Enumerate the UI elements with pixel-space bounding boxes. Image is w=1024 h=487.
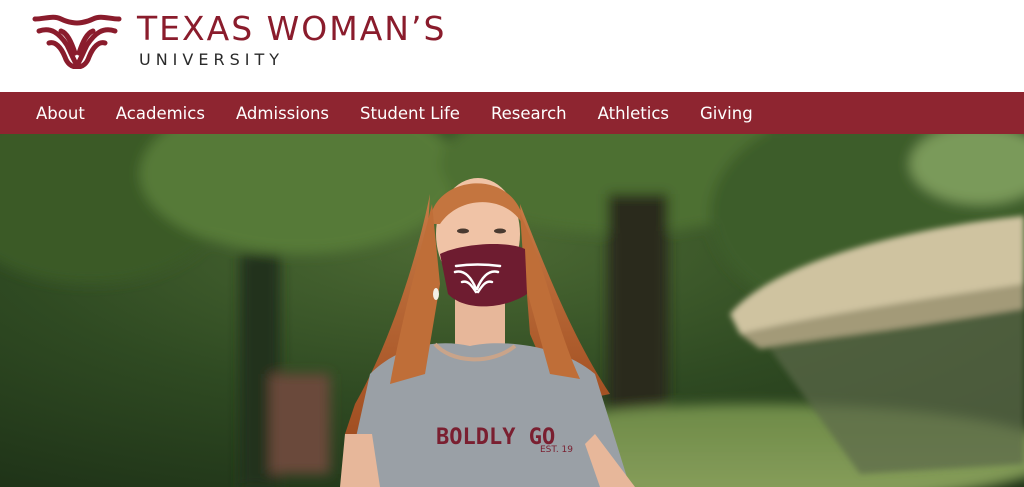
hero-image: BOLDLY GO EST. 19 xyxy=(0,134,1024,487)
nav-item-academics[interactable]: Academics xyxy=(116,104,205,123)
nav-item-student-life[interactable]: Student Life xyxy=(360,104,460,123)
nav-item-athletics[interactable]: Athletics xyxy=(598,104,669,123)
nav-item-research[interactable]: Research xyxy=(491,104,567,123)
hero-photo: BOLDLY GO EST. 19 xyxy=(0,134,1024,487)
nav-item-about[interactable]: About xyxy=(36,104,85,123)
brand-name: TEXAS WOMAN’S xyxy=(137,9,447,48)
nav-list: About Academics Admissions Student Life … xyxy=(0,92,1024,134)
shirt-text: BOLDLY GO xyxy=(436,425,555,450)
brand-subtitle: UNIVERSITY xyxy=(139,50,284,69)
main-nav: About Academics Admissions Student Life … xyxy=(0,92,1024,134)
nav-item-admissions[interactable]: Admissions xyxy=(236,104,329,123)
nav-item-giving[interactable]: Giving xyxy=(700,104,753,123)
shirt-subtext: EST. 19 xyxy=(540,445,573,455)
twu-wave-icon xyxy=(32,14,122,69)
site-header: TEXAS WOMAN’S UNIVERSITY xyxy=(0,0,1024,92)
